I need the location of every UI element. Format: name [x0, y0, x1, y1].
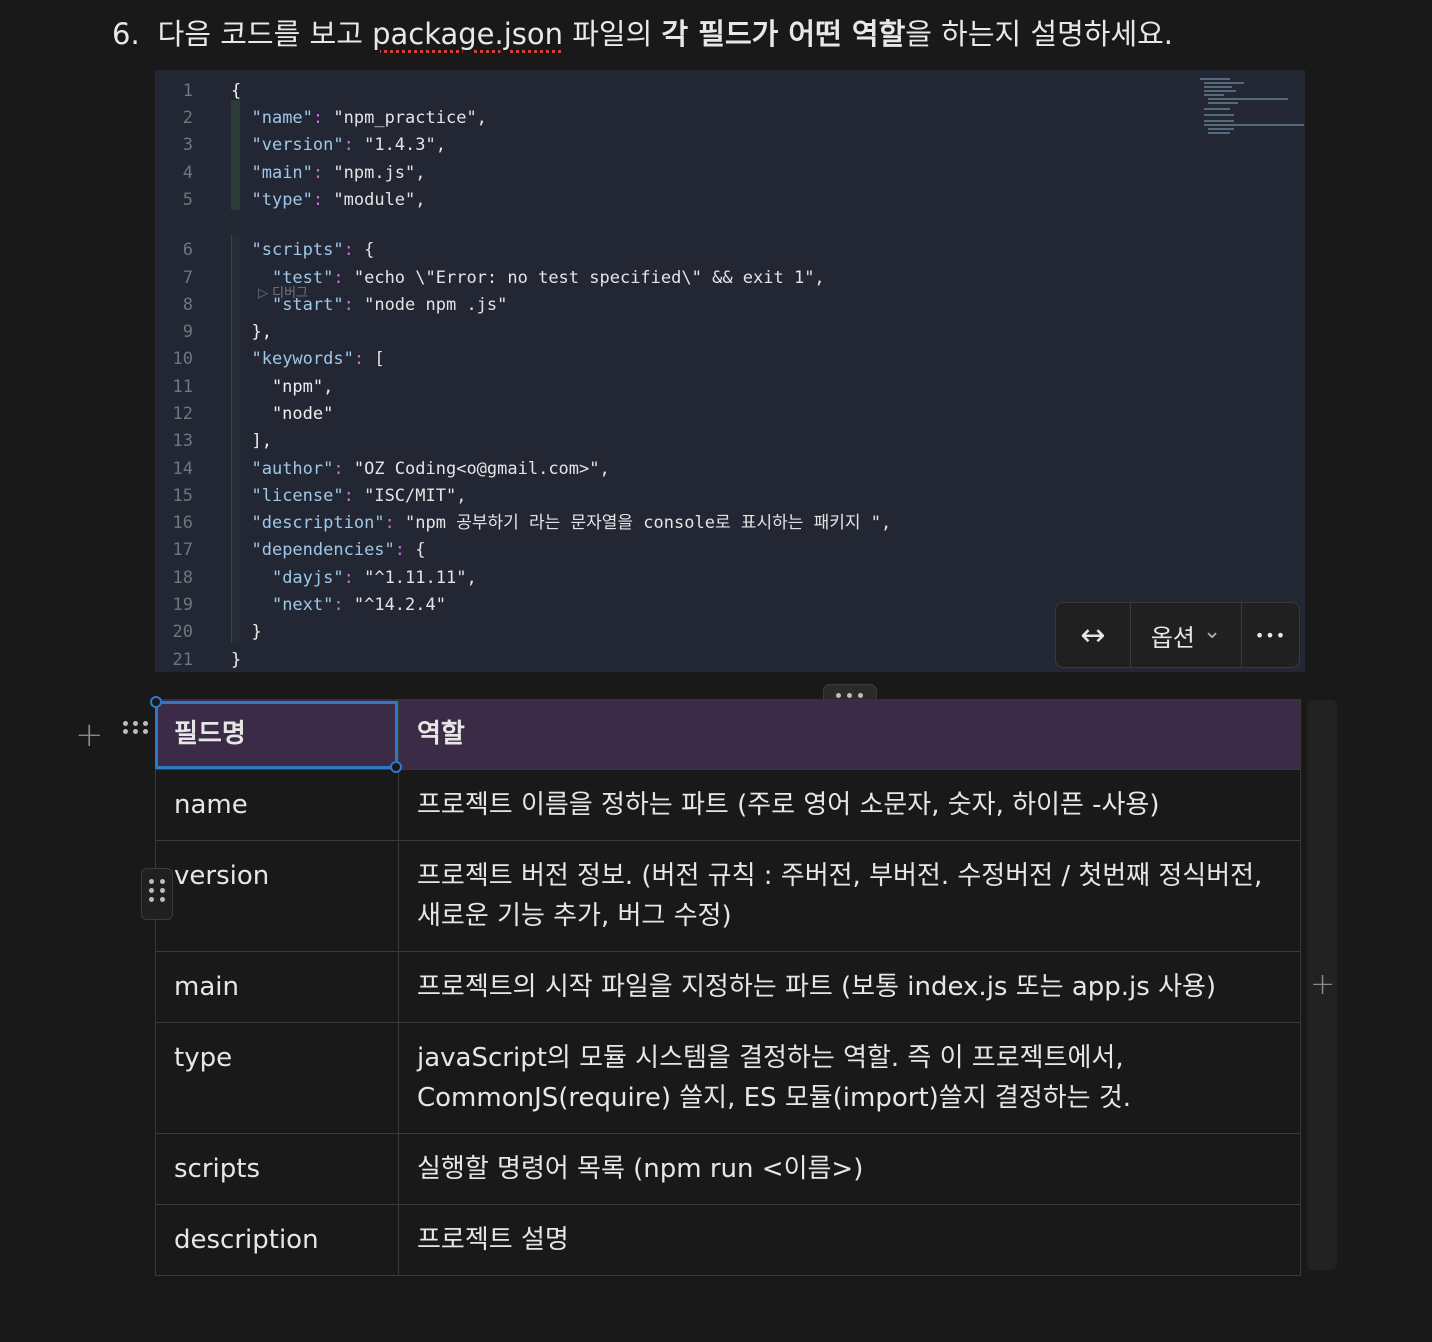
wrap-code-button[interactable]: ↔: [1056, 603, 1131, 667]
field-name-cell[interactable]: type: [155, 1023, 399, 1133]
code-text: "keywords": [: [251, 349, 385, 369]
table-row: scripts 실행할 명령어 목록 (npm run <이름>): [155, 1134, 1301, 1205]
heading-bold: 각 필드가 어떤 역할: [661, 17, 906, 51]
role-cell[interactable]: 프로젝트의 시작 파일을 지정하는 파트 (보통 index.js 또는 app…: [399, 952, 1301, 1022]
field-name-cell[interactable]: scripts: [155, 1134, 399, 1204]
line-number: 3: [182, 135, 193, 155]
table-row: main 프로젝트의 시작 파일을 지정하는 파트 (보통 index.js 또는…: [155, 952, 1301, 1023]
header-cell-role[interactable]: 역할: [399, 699, 1301, 769]
heading-package-json: package.json: [372, 17, 564, 51]
question-heading: 6. 다음 코드를 보고 package.json 파일의 각 필드가 어떤 역할…: [112, 14, 1173, 54]
role-cell[interactable]: 프로젝트 버전 정보. (버전 규칙 : 주버전, 부버전. 수정버전 / 첫번…: [399, 841, 1301, 951]
code-text: {: [231, 81, 242, 101]
block-drag-handle-icon[interactable]: [123, 721, 148, 734]
more-options-button[interactable]: •••: [1242, 603, 1299, 667]
options-label: 옵션: [1150, 623, 1195, 652]
line-number: 11: [172, 377, 193, 397]
line-number: 4: [182, 163, 193, 183]
add-column-plus-icon: +: [1310, 967, 1336, 1002]
code-text: "description": "npm 공부하기 라는 문자열을 console…: [251, 513, 892, 533]
line-number: 21: [172, 650, 193, 670]
line-number: 14: [172, 459, 193, 479]
code-text: "next": "^14.2.4": [271, 595, 446, 615]
code-text: "start": "node npm .js": [271, 295, 508, 315]
arrows-horizontal-icon: ↔: [1080, 617, 1106, 653]
code-screenshot: ▷ 디버그 1{2 "name": "npm_practice", 3 "vers…: [155, 70, 1305, 672]
line-number: 5: [182, 190, 193, 210]
code-text: "dependencies": {: [251, 540, 426, 560]
line-number: 12: [172, 404, 193, 424]
line-number: 2: [182, 108, 193, 128]
field-name-cell[interactable]: version: [155, 841, 399, 951]
line-number: 19: [172, 595, 193, 615]
table-row: type javaScript의 모듈 시스템을 결정하는 역할. 즉 이 프로젝…: [155, 1023, 1301, 1134]
selected-cell-outline: [155, 701, 398, 769]
code-text: "version": "1.4.3",: [251, 135, 446, 155]
code-text: "npm",: [231, 377, 334, 397]
code-text: },: [231, 322, 272, 342]
code-text: "dayjs": "^1.11.11",: [271, 568, 477, 588]
question-number: 6.: [112, 17, 140, 51]
line-number: 17: [172, 540, 193, 560]
line-number: 15: [172, 486, 193, 506]
more-icon: •••: [1254, 625, 1287, 645]
role-cell[interactable]: 프로젝트 이름을 정하는 파트 (주로 영어 소문자, 숫자, 하이픈 -사용): [399, 770, 1301, 840]
line-number: 13: [172, 431, 193, 451]
field-name-cell[interactable]: description: [155, 1205, 399, 1275]
code-text: "test": "echo \"Error: no test specified…: [271, 268, 825, 288]
code-text: "main": "npm.js",: [251, 163, 426, 183]
table-row: name 프로젝트 이름을 정하는 파트 (주로 영어 소문자, 숫자, 하이픈 …: [155, 770, 1301, 841]
fields-table: 필드명 역할 name 프로젝트 이름을 정하는 파트 (주로 영어 소문자, 숫자,…: [155, 699, 1301, 1276]
chevron-down-icon: ⌄: [1202, 618, 1222, 644]
code-block-toolbar: ↔ 옵션 ⌄ •••: [1055, 602, 1300, 668]
row-drag-handle[interactable]: [141, 868, 173, 920]
heading-post: 을 하는지 설명하세요.: [905, 17, 1174, 51]
add-block-plus-icon[interactable]: +: [75, 718, 104, 752]
code-text: }: [231, 622, 262, 642]
selection-handle-top[interactable]: [150, 696, 162, 708]
code-text: ],: [231, 431, 272, 451]
code-text: "author": "OZ Coding<o@gmail.com>",: [251, 459, 610, 479]
line-number: 20: [172, 622, 193, 642]
heading-mid: 파일의: [572, 17, 653, 51]
role-cell[interactable]: 프로젝트 설명: [399, 1205, 1301, 1275]
selection-handle-bottom[interactable]: [390, 761, 402, 773]
role-cell[interactable]: javaScript의 모듈 시스템을 결정하는 역할. 즉 이 프로젝트에서,…: [399, 1023, 1301, 1133]
line-number: 10: [172, 349, 193, 369]
field-name-cell[interactable]: main: [155, 952, 399, 1022]
minimap[interactable]: [1200, 78, 1304, 142]
code-text: "type": "module",: [251, 190, 426, 210]
heading-pre: 다음 코드를 보고: [157, 17, 363, 51]
add-column-bar[interactable]: +: [1307, 700, 1337, 1270]
role-cell[interactable]: 실행할 명령어 목록 (npm run <이름>): [399, 1134, 1301, 1204]
table-row: version 프로젝트 버전 정보. (버전 규칙 : 주버전, 부버전. 수정…: [155, 841, 1301, 952]
code-text: "node": [231, 404, 334, 424]
code-text: "scripts": {: [251, 240, 375, 260]
line-number: 6: [182, 240, 193, 260]
table-row: description 프로젝트 설명: [155, 1205, 1301, 1276]
line-number: 16: [172, 513, 193, 533]
line-number: 9: [182, 322, 193, 342]
code-text: }: [231, 650, 242, 670]
line-number: 18: [172, 568, 193, 588]
line-number: 7: [182, 268, 193, 288]
options-button[interactable]: 옵션 ⌄: [1131, 603, 1242, 667]
line-number: 8: [182, 295, 193, 315]
code-text: "name": "npm_practice",: [251, 108, 487, 128]
line-number: 1: [182, 81, 193, 101]
code-text: "license": "ISC/MIT",: [251, 486, 467, 506]
field-name-cell[interactable]: name: [155, 770, 399, 840]
